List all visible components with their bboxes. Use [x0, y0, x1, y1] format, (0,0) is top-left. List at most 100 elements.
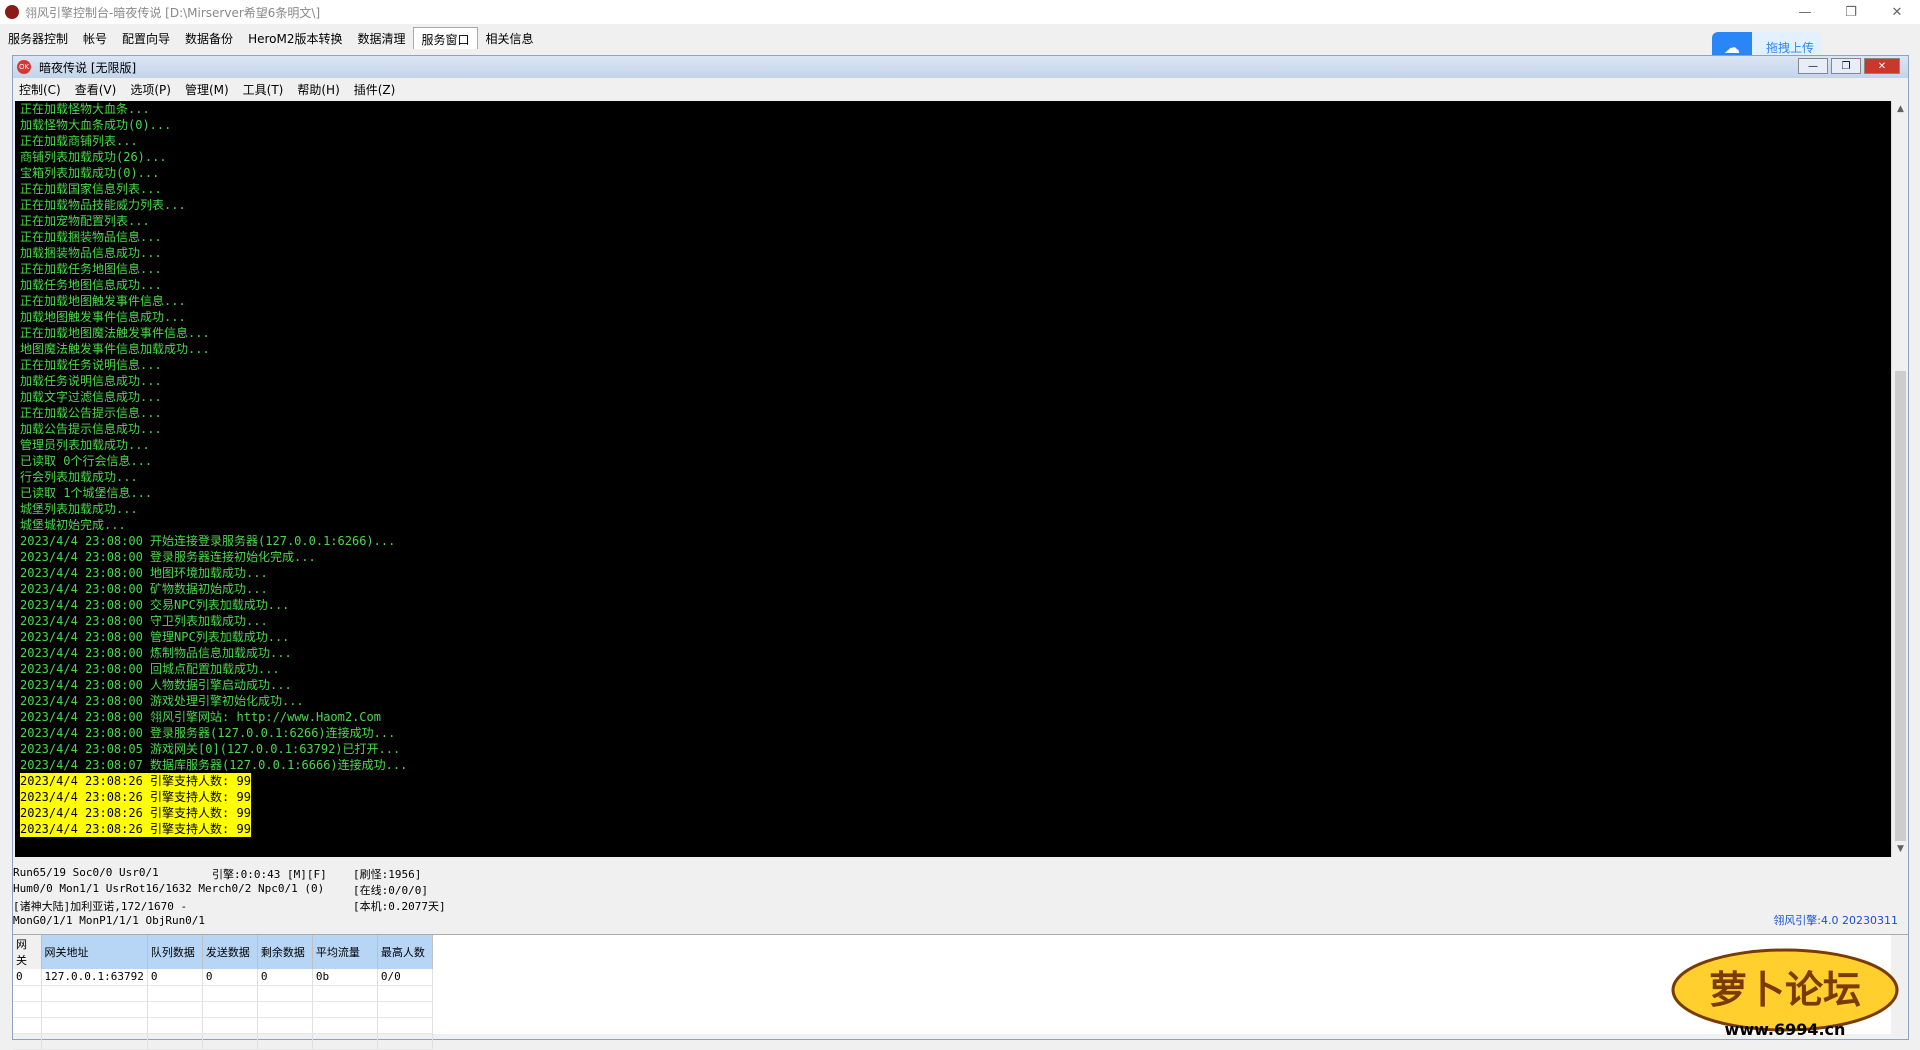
inner-restore-button[interactable]: ❐: [1831, 58, 1861, 74]
column-header[interactable]: 平均流量: [312, 935, 378, 969]
log-line: 2023/4/4 23:08:00 交易NPC列表加载成功...: [20, 598, 290, 612]
inner-title: 暗夜传说 [无限版]: [39, 60, 137, 75]
log-line: 2023/4/4 23:08:00 人物数据引擎启动成功...: [20, 678, 292, 692]
empty-cell: [41, 1017, 148, 1034]
table-cell: 0/0: [377, 969, 433, 986]
menu-control[interactable]: 控制(C): [19, 81, 61, 98]
column-header[interactable]: 最高人数: [377, 935, 433, 969]
minimize-button[interactable]: —: [1782, 0, 1828, 24]
log-line: 行会列表加载成功...: [20, 470, 138, 484]
menu-help[interactable]: 帮助(H): [297, 81, 339, 98]
scroll-thumb[interactable]: [1895, 371, 1906, 841]
log-line: 地图魔法触发事件信息加载成功...: [20, 342, 210, 356]
log-line: 管理员列表加载成功...: [20, 438, 150, 452]
tab-data-clean[interactable]: 数据清理: [349, 27, 412, 49]
tab-server-control[interactable]: 服务器控制: [0, 27, 75, 49]
tab-service-window[interactable]: 服务窗口: [412, 27, 478, 49]
log-line: 城堡城初始完成...: [20, 518, 126, 532]
table-cell: 0: [257, 969, 313, 986]
log-line: 正在加载捆装物品信息...: [20, 230, 162, 244]
log-line-highlighted: 2023/4/4 23:08:26 引擎支持人数: 99: [20, 821, 251, 837]
empty-cell: [147, 985, 203, 1002]
empty-cell: [41, 985, 148, 1002]
watermark-logo: 萝卜论坛 www.6994.cn: [1671, 948, 1899, 1039]
tab-account[interactable]: 帐号: [75, 27, 114, 49]
menu-manage[interactable]: 管理(M): [185, 81, 229, 98]
tab-related-info[interactable]: 相关信息: [478, 27, 541, 49]
scroll-up-icon[interactable]: ▲: [1892, 101, 1909, 117]
menu-options[interactable]: 选项(P): [130, 81, 171, 98]
empty-cell: [41, 1001, 148, 1018]
menu-plugins[interactable]: 插件(Z): [354, 81, 396, 98]
column-header[interactable]: 网关地址: [41, 935, 148, 969]
log-line: 2023/4/4 23:08:00 炼制物品信息加载成功...: [20, 646, 292, 660]
log-line-highlighted: 2023/4/4 23:08:26 引擎支持人数: 99: [20, 773, 251, 789]
log-line: 2023/4/4 23:08:00 管理NPC列表加载成功...: [20, 630, 290, 644]
log-line: 加载地图触发事件信息成功...: [20, 310, 186, 324]
scroll-down-icon[interactable]: ▼: [1892, 841, 1909, 857]
log-line: 正在加载任务地图信息...: [20, 262, 162, 276]
column-header[interactable]: 发送数据: [202, 935, 258, 969]
log-line-highlighted: 2023/4/4 23:08:26 引擎支持人数: 99: [20, 805, 251, 821]
empty-cell: [13, 1001, 42, 1018]
log-line: 正在加载任务说明信息...: [20, 358, 162, 372]
empty-cell: [377, 1033, 433, 1050]
log-line: 加载公告提示信息成功...: [20, 422, 162, 436]
log-line: 正在加载商铺列表...: [20, 134, 138, 148]
table-cell: 0: [202, 969, 258, 986]
empty-cell: [377, 985, 433, 1002]
gateway-grid: 网关 网关地址 队列数据 发送数据 剩余数据 平均流量 最高人数 0 127.0.0.1:63…: [13, 934, 1908, 1050]
table-cell: 127.0.0.1:63792: [41, 969, 148, 986]
table-cell: 0b: [312, 969, 378, 986]
table-row[interactable]: 0 127.0.0.1:63792 0 0 0 0b 0/0: [13, 969, 433, 986]
empty-cell: [257, 985, 313, 1002]
log-line: 2023/4/4 23:08:00 登录服务器(127.0.0.1:6266)连…: [20, 726, 396, 740]
log-line: 正在加宠物配置列表...: [20, 214, 150, 228]
table-cell: 0: [13, 969, 42, 986]
close-button[interactable]: ✕: [1874, 0, 1920, 24]
empty-cell: [13, 985, 42, 1002]
column-header[interactable]: 剩余数据: [257, 935, 313, 969]
log-line: 正在加载国家信息列表...: [20, 182, 162, 196]
log-line: 2023/4/4 23:08:00 地图环境加载成功...: [20, 566, 268, 580]
column-header[interactable]: 队列数据: [147, 935, 203, 969]
console-scrollbar[interactable]: ▲ ▼: [1891, 101, 1908, 857]
log-line: 2023/4/4 23:08:00 回城点配置加载成功...: [20, 662, 280, 676]
tab-herom2-convert[interactable]: HeroM2版本转换: [240, 27, 349, 49]
status-panel: Run65/19 Soc0/0 Usr0/1 引擎:0:0:43 [M][F] …: [13, 863, 1908, 933]
empty-row: [13, 1017, 433, 1034]
empty-cell: [312, 1017, 378, 1034]
status-run: Run65/19 Soc0/0 Usr0/1: [13, 866, 159, 879]
empty-cell: [13, 1017, 42, 1034]
empty-cell: [257, 1017, 313, 1034]
log-line: 2023/4/4 23:08:05 游戏网关[0](127.0.0.1:6379…: [20, 742, 401, 756]
log-console[interactable]: 正在加载怪物大血条... 加载怪物大血条成功(0)... 正在加载商铺列表... 商铺…: [15, 101, 1891, 857]
log-line: 城堡列表加载成功...: [20, 502, 138, 516]
log-line: 加载文字过滤信息成功...: [20, 390, 162, 404]
empty-cell: [147, 1001, 203, 1018]
menu-tools[interactable]: 工具(T): [243, 81, 284, 98]
empty-cell: [202, 1017, 258, 1034]
column-header[interactable]: 网关: [13, 935, 42, 969]
tab-data-backup[interactable]: 数据备份: [177, 27, 240, 49]
log-line: 已读取 0个行会信息...: [20, 454, 153, 468]
empty-cell: [377, 1017, 433, 1034]
empty-cell: [202, 1001, 258, 1018]
log-line: 正在加载怪物大血条...: [20, 102, 150, 116]
log-line: 加载任务地图信息成功...: [20, 278, 162, 292]
app-icon: [5, 5, 19, 19]
inner-close-button[interactable]: ✕: [1864, 58, 1900, 74]
status-local: [本机:0.2077天]: [353, 900, 446, 913]
empty-cell: [147, 1033, 203, 1050]
service-window: OK 暗夜传说 [无限版] — ❐ ✕ 控制(C) 查看(V) 选项(P) 管理…: [12, 55, 1909, 1050]
empty-row: [13, 985, 433, 1002]
inner-title-bar: OK 暗夜传说 [无限版] — ❐ ✕: [13, 56, 1908, 78]
inner-minimize-button[interactable]: —: [1798, 58, 1828, 74]
empty-row: [13, 1001, 433, 1018]
log-line: 2023/4/4 23:08:00 矿物数据初始成功...: [20, 582, 268, 596]
menu-view[interactable]: 查看(V): [75, 81, 117, 98]
upload-label: 拖拽上传: [1766, 40, 1815, 55]
tab-config-wizard[interactable]: 配置向导: [114, 27, 177, 49]
log-line: 2023/4/4 23:08:00 游戏处理引擎初始化成功...: [20, 694, 304, 708]
maximize-button[interactable]: ❐: [1828, 0, 1874, 24]
